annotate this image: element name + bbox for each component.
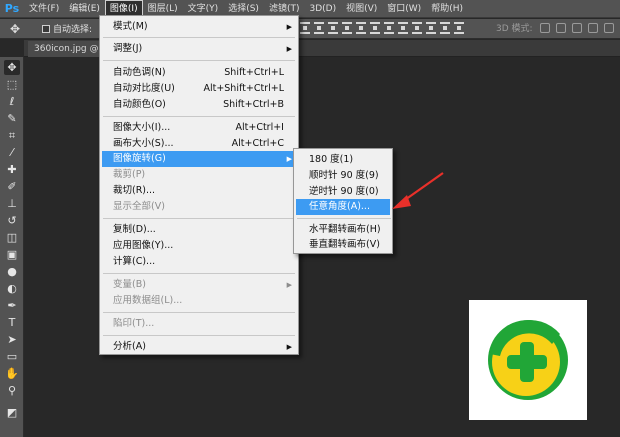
move-icon[interactable]: ✥	[4, 60, 20, 75]
menu-separator	[103, 37, 295, 38]
distribute-bottom-icon[interactable]	[412, 22, 422, 34]
submenu-item-rotate-90-cw[interactable]: 顺时针 90 度(9)	[296, 168, 390, 184]
menu-view[interactable]: 视图(V)	[341, 0, 382, 18]
menu-separator	[103, 116, 295, 117]
document-image	[469, 300, 587, 420]
align-right-icon[interactable]	[370, 22, 380, 34]
submenu-item-arbitrary[interactable]: 任意角度(A)...	[296, 199, 390, 215]
distribute-top-icon[interactable]	[384, 22, 394, 34]
submenu-item-flip-horizontal[interactable]: 水平翻转画布(H)	[296, 222, 390, 238]
360-icon	[488, 319, 568, 400]
menu-item-crop: 裁剪(P)	[113, 169, 146, 180]
menu-item-canvas-size[interactable]: 画布大小(S)... Alt+Ctrl+C	[102, 136, 296, 152]
menu-window[interactable]: 窗口(W)	[382, 0, 426, 18]
photoshop-window: Ps 文件(F) 编辑(E) 图像(I) 图层(L) 文字(Y) 选择(S) 滤…	[0, 0, 620, 437]
menu-item-reveal-all: 显示全部(V)	[113, 201, 165, 212]
image-rotation-submenu: 180 度(1) 顺时针 90 度(9) 逆时针 90 度(0) 任意角度(A)…	[293, 148, 393, 254]
menu-item-auto-color[interactable]: 自动颜色(O) Shift+Ctrl+B	[102, 97, 296, 113]
menu-separator	[103, 335, 295, 336]
dodge-icon[interactable]: ◐	[4, 281, 20, 296]
color-swatches-icon[interactable]: ◩	[4, 405, 20, 420]
distribute-hcenter-icon[interactable]	[440, 22, 450, 34]
annotation-arrow-icon	[392, 172, 444, 209]
brush-icon[interactable]: ✐	[4, 179, 20, 194]
eyedropper-icon[interactable]: ⁄	[4, 145, 20, 160]
eraser-icon[interactable]: ◫	[4, 230, 20, 245]
auto-select-label: 自动选择:	[53, 25, 93, 35]
menu-separator	[103, 218, 295, 219]
move-tool-preset-icon[interactable]: ✥	[0, 19, 30, 39]
submenu-item-rotate-90-ccw[interactable]: 逆时针 90 度(0)	[296, 184, 390, 200]
menu-item-duplicate[interactable]: 复制(D)...	[102, 222, 296, 238]
align-top-icon[interactable]	[300, 22, 310, 34]
align-bottom-icon[interactable]	[328, 22, 338, 34]
menu-3d[interactable]: 3D(D)	[304, 0, 341, 18]
crop-icon[interactable]: ⌗	[4, 128, 20, 143]
submenu-item-rotate-180[interactable]: 180 度(1)	[296, 152, 390, 168]
pen-icon[interactable]: ✒	[4, 298, 20, 313]
3d-pan-icon[interactable]	[572, 23, 582, 33]
blur-icon[interactable]: ●	[4, 264, 20, 279]
menu-separator	[103, 60, 295, 61]
healing-brush-icon[interactable]: ✚	[4, 162, 20, 177]
submenu-arrow-icon: ▶	[286, 343, 292, 351]
menu-item-calculations[interactable]: 计算(C)...	[102, 254, 296, 270]
clone-stamp-icon[interactable]: ⊥	[4, 196, 20, 211]
image-menu-dropdown: 模式(M) ▶ 调整(J) ▶ 自动色调(N) Shift+Ctrl+L 自动对比度(…	[99, 15, 299, 355]
menu-item-auto-contrast[interactable]: 自动对比度(U) Alt+Shift+Ctrl+L	[102, 81, 296, 97]
menu-item-variables: 变量(B) ▶	[102, 277, 296, 293]
align-left-icon[interactable]	[342, 22, 352, 34]
menu-item-apply-image[interactable]: 应用图像(Y)...	[102, 238, 296, 254]
options-bar: ✥ 自动选择: 3D 模式:	[0, 19, 620, 39]
menu-item-trim[interactable]: 裁切(R)...	[102, 183, 296, 199]
photoshop-logo: Ps	[4, 2, 20, 15]
align-buttons	[300, 22, 464, 34]
quick-select-icon[interactable]: ✎	[4, 111, 20, 126]
tools-panel: ✥ ⬚ ℓ ✎ ⌗ ⁄ ✚ ✐ ⊥ ↺ ◫ ▣ ● ◐ ✒ T ➤ ▭ ✋ ⚲ …	[0, 57, 24, 437]
history-brush-icon[interactable]: ↺	[4, 213, 20, 228]
menu-separator	[103, 312, 295, 313]
gradient-icon[interactable]: ▣	[4, 247, 20, 262]
submenu-arrow-icon: ▶	[286, 281, 292, 289]
menu-item-adjustments[interactable]: 调整(J) ▶	[102, 41, 296, 57]
menu-item-apply-data-set: 应用数据组(L)...	[113, 295, 183, 306]
align-vcenter-icon[interactable]	[314, 22, 324, 34]
mode-3d-buttons	[540, 23, 614, 33]
rectangle-icon[interactable]: ▭	[4, 349, 20, 364]
submenu-item-flip-vertical[interactable]: 垂直翻转画布(V)	[296, 237, 390, 253]
menu-item-trap: 陷印(T)...	[113, 318, 155, 329]
auto-select-checkbox[interactable]	[42, 24, 50, 33]
submenu-arrow-icon: ▶	[286, 45, 292, 53]
menu-separator	[103, 273, 295, 274]
distribute-vcenter-icon[interactable]	[398, 22, 408, 34]
3d-orbit-icon[interactable]	[540, 23, 550, 33]
hand-icon[interactable]: ✋	[4, 366, 20, 381]
align-hcenter-icon[interactable]	[356, 22, 366, 34]
path-select-icon[interactable]: ➤	[4, 332, 20, 347]
distribute-left-icon[interactable]	[426, 22, 436, 34]
zoom-icon[interactable]: ⚲	[4, 383, 20, 398]
3d-slide-icon[interactable]	[588, 23, 598, 33]
menu-bar: Ps 文件(F) 编辑(E) 图像(I) 图层(L) 文字(Y) 选择(S) 滤…	[0, 0, 620, 18]
menu-item-image-size[interactable]: 图像大小(I)... Alt+Ctrl+I	[102, 120, 296, 136]
menu-item-mode[interactable]: 模式(M) ▶	[102, 19, 296, 35]
submenu-arrow-icon: ▶	[286, 155, 292, 163]
3d-roll-icon[interactable]	[556, 23, 566, 33]
menu-file[interactable]: 文件(F)	[24, 0, 64, 18]
menu-item-image-rotation[interactable]: 图像旋转(G) ▶	[102, 151, 296, 167]
type-icon[interactable]: T	[4, 315, 20, 330]
submenu-arrow-icon: ▶	[286, 23, 292, 31]
lasso-icon[interactable]: ℓ	[4, 94, 20, 109]
menu-item-analysis[interactable]: 分析(A) ▶	[102, 339, 296, 355]
auto-select-option[interactable]: 自动选择:	[42, 22, 92, 35]
menu-item-auto-tone[interactable]: 自动色调(N) Shift+Ctrl+L	[102, 65, 296, 81]
menu-help[interactable]: 帮助(H)	[426, 0, 468, 18]
distribute-right-icon[interactable]	[454, 22, 464, 34]
mode-3d-label: 3D 模式:	[496, 24, 533, 34]
3d-scale-icon[interactable]	[604, 23, 614, 33]
menu-separator	[297, 218, 391, 219]
marquee-icon[interactable]: ⬚	[4, 77, 20, 92]
